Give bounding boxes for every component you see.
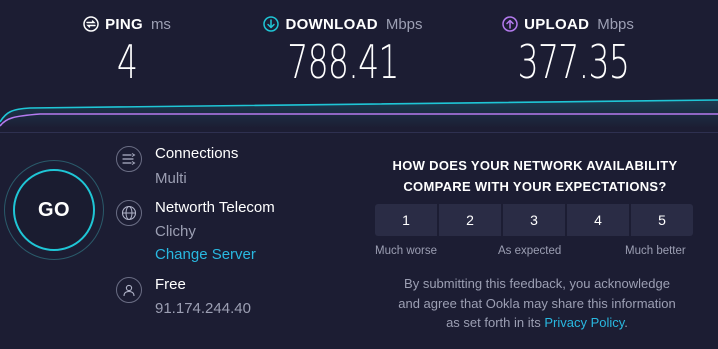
disclaimer-line1: By submitting this feedback, you acknowl… [404, 276, 670, 291]
scale-label-low: Much worse [375, 245, 437, 257]
ping-header: PING ms [82, 12, 172, 36]
disclaimer-line3: as set forth in its Privacy Policy. [372, 313, 702, 333]
server-name: Networth Telecom [155, 199, 275, 216]
rating-button-2[interactable]: 2 [439, 204, 501, 236]
scale-label-mid: As expected [498, 245, 562, 257]
download-header: DOWNLOAD Mbps [258, 12, 428, 36]
rating-button-5[interactable]: 5 [631, 204, 693, 236]
ping-unit: ms [150, 15, 171, 33]
upload-arrow-icon [502, 16, 518, 32]
change-server-link[interactable]: Change Server [155, 246, 256, 263]
globe-icon [116, 200, 142, 226]
feedback-disclaimer: By submitting this feedback, you acknowl… [372, 274, 702, 333]
upload-label: UPLOAD [524, 15, 590, 33]
download-unit: Mbps [385, 15, 423, 33]
disclaimer-prefix: as set forth in its [446, 315, 541, 330]
download-label: DOWNLOAD [285, 15, 378, 33]
download-arrow-icon [263, 16, 280, 32]
download-value: 788.41 [287, 35, 399, 89]
speed-graph [0, 99, 718, 128]
ping-metric: PING ms 4 [82, 12, 172, 86]
survey-question-line2: COMPARE WITH YOUR EXPECTATIONS? [403, 179, 667, 194]
ping-label: PING [105, 15, 143, 33]
download-metric: DOWNLOAD Mbps 788.41 [258, 12, 428, 86]
rating-button-3[interactable]: 3 [503, 204, 565, 236]
scale-label-high: Much better [625, 245, 686, 257]
connections-value: Multi [155, 170, 187, 187]
connections-label: Connections [155, 145, 239, 162]
disclaimer-suffix: . [624, 315, 628, 330]
provider-ip: 91.174.244.40 [155, 300, 251, 317]
go-button[interactable]: GO [13, 169, 95, 251]
user-icon [116, 277, 142, 303]
upload-header: UPLOAD Mbps [498, 12, 638, 36]
ping-value: 4 [116, 35, 138, 89]
privacy-policy-link[interactable]: Privacy Policy [544, 315, 624, 330]
divider [0, 132, 718, 133]
disclaimer-line2: and agree that Ookla may share this info… [398, 295, 676, 311]
ping-icon [83, 16, 99, 32]
survey-question-line1: HOW DOES YOUR NETWORK AVAILABILITY [392, 158, 678, 173]
connections-icon [116, 146, 142, 172]
provider-name: Free [155, 276, 186, 293]
rating-button-1[interactable]: 1 [375, 204, 437, 236]
upload-value: 377.35 [517, 35, 630, 89]
upload-unit: Mbps [597, 15, 634, 33]
survey-question: HOW DOES YOUR NETWORK AVAILABILITY COMPA… [372, 155, 698, 197]
rating-button-4[interactable]: 4 [567, 204, 629, 236]
upload-metric: UPLOAD Mbps 377.35 [498, 12, 638, 86]
server-location: Clichy [155, 223, 196, 240]
rating-buttons: 1 2 3 4 5 [375, 204, 693, 236]
